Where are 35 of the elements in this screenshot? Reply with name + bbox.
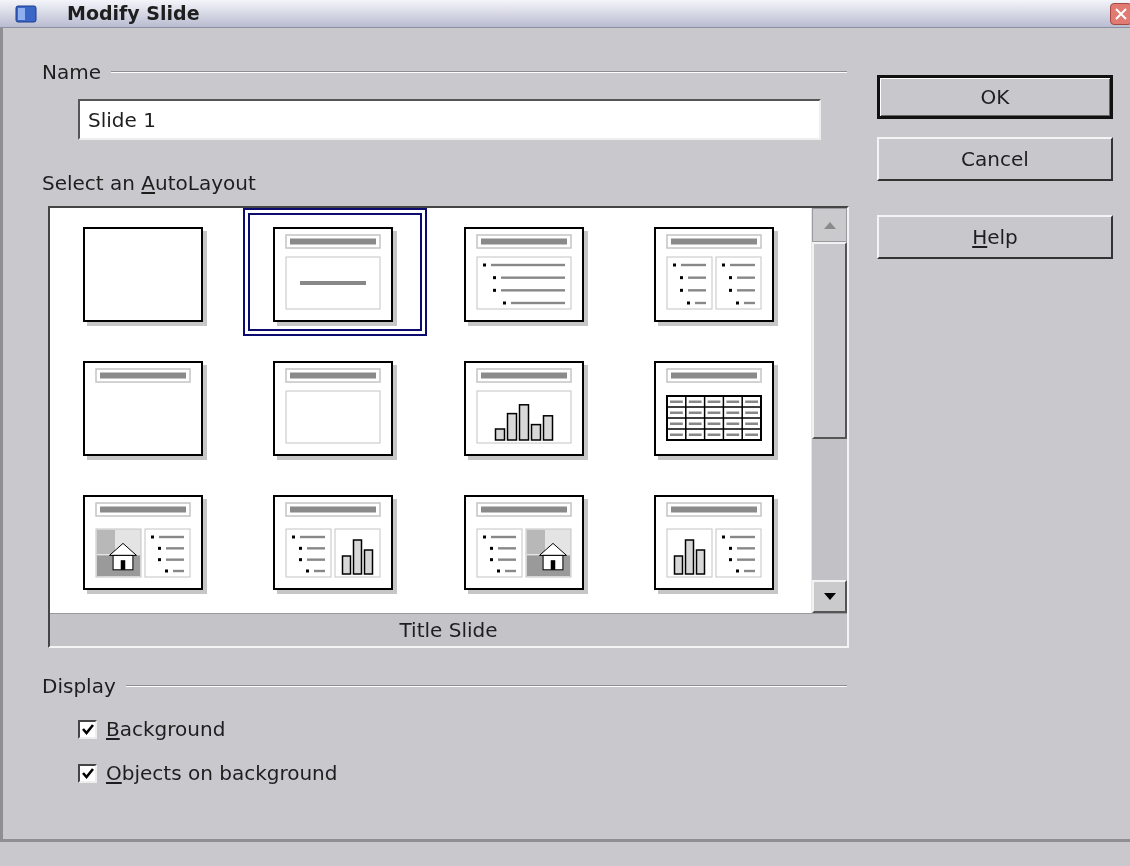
slide-layout-icon [463, 227, 588, 326]
section-label: Select an AutoLayout [42, 170, 257, 194]
up-arrow-icon [823, 221, 836, 229]
checkbox-label: Background [106, 716, 226, 743]
dialog-button[interactable]: Cancel [877, 137, 1113, 181]
checkbox-label: Objects on background [106, 760, 338, 787]
scrollbar-thumb[interactable] [812, 242, 847, 439]
slide-layout-icon [653, 227, 778, 326]
section-label: Display [42, 673, 116, 700]
slide-layout-icon [83, 495, 208, 594]
slide-layout-icon [653, 495, 778, 594]
dialog-button[interactable]: Help [877, 215, 1113, 259]
slide-layout-icon [653, 361, 778, 460]
scroll-down-button[interactable] [812, 580, 847, 613]
dialog-title: Modify Slide [67, 1, 200, 27]
checkbox[interactable] [78, 719, 97, 739]
down-arrow-icon [823, 593, 836, 600]
close-icon [1115, 7, 1127, 20]
name-field[interactable]: Slide 1 [78, 99, 821, 140]
window-icon [15, 4, 37, 23]
slide-layout-icon [273, 361, 398, 460]
section-label: Name [42, 59, 101, 86]
check-icon [81, 723, 94, 735]
slide-layout-icon [83, 361, 208, 460]
check-icon [81, 767, 94, 779]
slide-layout-icon [273, 227, 398, 326]
slide-layout-icon [273, 495, 398, 594]
layout-name: Title Slide [399, 617, 498, 644]
close-button[interactable] [1110, 2, 1130, 25]
dialog-button[interactable]: OK [877, 75, 1113, 119]
slide-layout-icon [83, 227, 208, 326]
slide-layout-icon [463, 361, 588, 460]
layout-option[interactable] [243, 208, 428, 336]
slide-layout-icon [463, 495, 588, 594]
checkbox[interactable] [78, 763, 97, 783]
